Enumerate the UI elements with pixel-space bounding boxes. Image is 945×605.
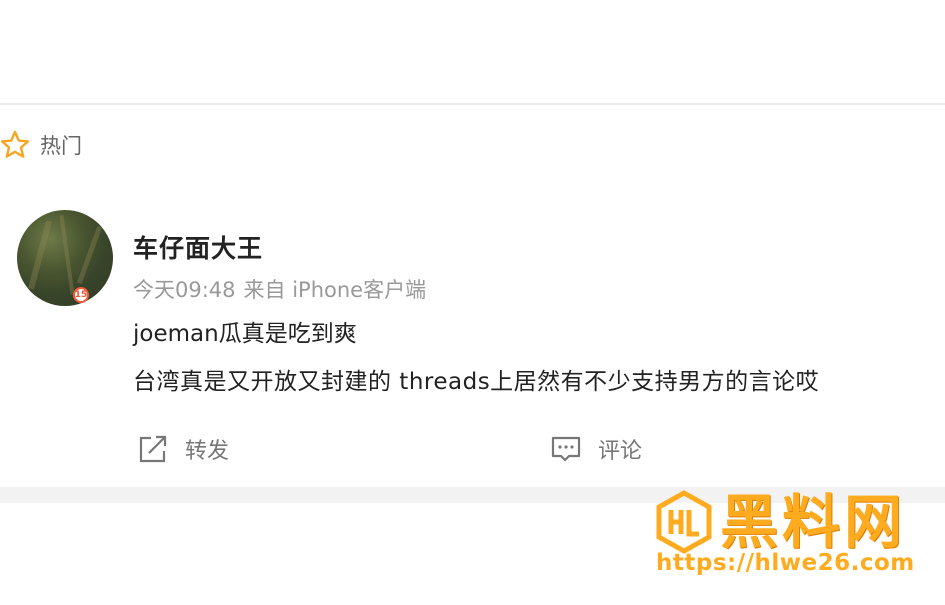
post-text-line-2: 台湾真是又开放又封建的 threads上居然有不少支持男方的言论哎 [133, 369, 820, 395]
avatar-level-badge: 15 [73, 287, 89, 303]
post-username[interactable]: 车仔面大王 [133, 229, 263, 265]
watermark-url: https://hlwe26.com [656, 550, 915, 576]
post-text-line-1: joeman瓜真是吃到爽 [133, 321, 357, 347]
post-meta: 今天09:48 来自 iPhone客户端 [133, 274, 426, 304]
comment-button[interactable]: 评论 [548, 431, 642, 467]
repost-button[interactable]: 转发 [135, 431, 229, 467]
section-label: 热门 [40, 134, 82, 158]
weibo-post-page: 热门 15 车仔面大王 今天09:48 来自 iPhone客户端 joeman瓜真… [0, 0, 945, 605]
post-time[interactable]: 今天09:48 [133, 278, 236, 302]
avatar-texture [76, 225, 103, 285]
comment-label: 评论 [598, 439, 643, 464]
avatar-texture [28, 220, 52, 290]
section-header-hot[interactable]: 热门 [0, 127, 82, 163]
repost-icon [139, 435, 167, 463]
comment-icon [551, 436, 581, 462]
avatar[interactable] [17, 210, 113, 306]
post-source: 来自 iPhone客户端 [243, 278, 427, 302]
watermark-logo-icon [656, 490, 712, 554]
top-divider [0, 103, 945, 105]
repost-label: 转发 [185, 439, 230, 464]
top-blank-area [0, 0, 945, 103]
watermark-title: 黑料网 [720, 488, 907, 556]
avatar-texture [59, 215, 75, 295]
watermark: 黑料网 https://hlwe26.com [652, 487, 945, 605]
star-icon [0, 130, 30, 158]
